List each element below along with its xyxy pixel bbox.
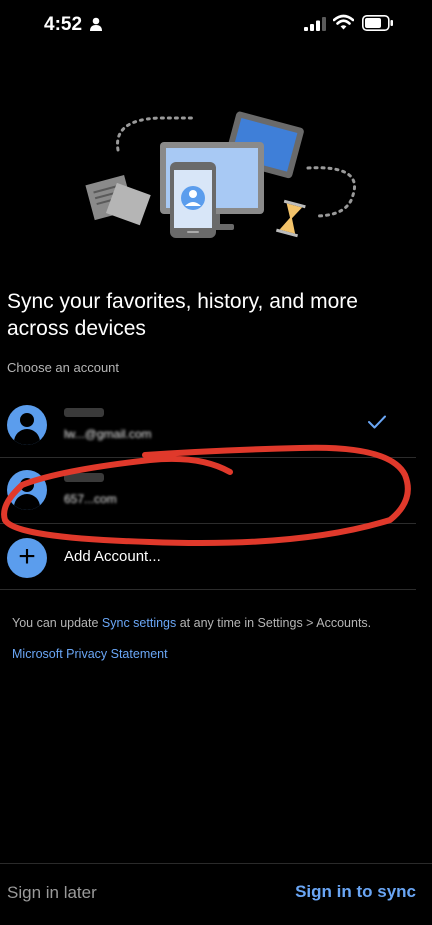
sign-in-to-sync-button[interactable]: Sign in to sync [295,882,416,902]
choose-account-label: Choose an account [7,360,120,375]
wifi-icon [333,14,354,30]
avatar [7,405,47,445]
sync-info-text: You can update Sync settings at any time… [12,615,372,631]
account-row-1[interactable]: lw...@gmail.com [0,394,416,456]
info-suffix: at any time in Settings > Accounts. [176,616,372,630]
footer-divider [0,863,432,864]
account-email: lw...@gmail.com [64,427,152,441]
info-prefix: You can update [12,616,102,630]
account-email: 657...com [64,492,117,506]
person-icon [90,17,102,31]
account-name-redacted [64,473,104,482]
add-account-button[interactable]: + Add Account... [0,526,416,586]
account-row-2[interactable]: 657...com [0,459,416,521]
sign-in-later-button[interactable]: Sign in later [7,883,97,903]
sync-settings-link[interactable]: Sync settings [102,616,176,630]
avatar [7,470,47,510]
page-title: Sync your favorites, history, and more a… [7,290,358,340]
status-bar: 4:52 [0,0,432,50]
add-account-label: Add Account... [64,548,161,565]
checkmark-icon [368,415,386,429]
privacy-statement-link[interactable]: Microsoft Privacy Statement [12,647,168,661]
account-name-redacted [64,408,104,417]
divider [0,457,416,458]
divider [0,589,416,590]
battery-icon [362,15,393,31]
cellular-signal-icon [304,17,326,31]
divider [0,523,416,524]
add-icon: + [7,538,47,578]
status-time: 4:52 [44,14,83,35]
sync-devices-illustration [85,111,356,238]
